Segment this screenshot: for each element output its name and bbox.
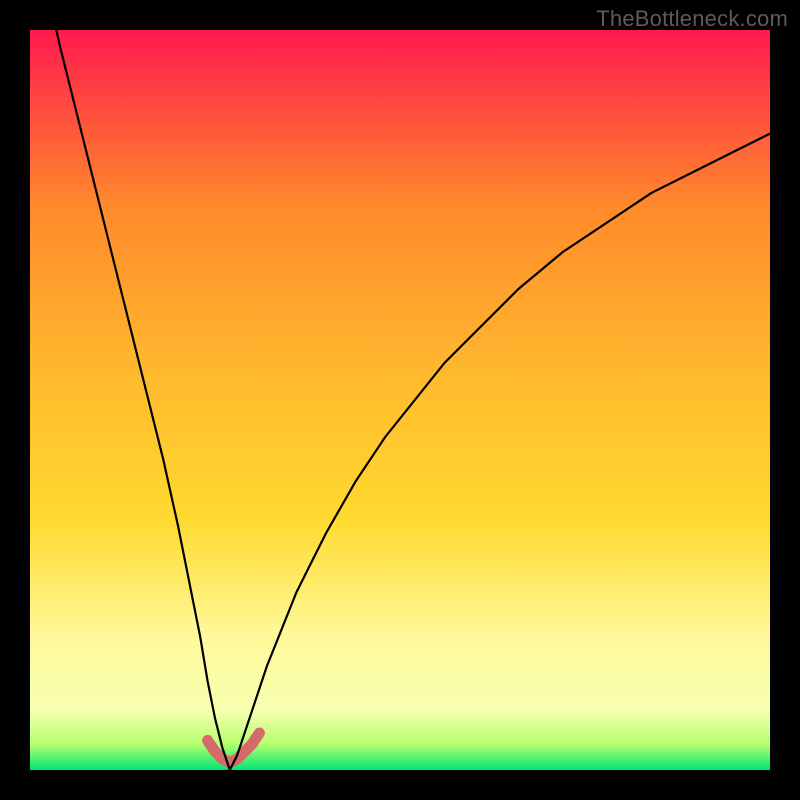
plot-area	[30, 30, 770, 770]
bottleneck-curve	[30, 30, 770, 770]
curve-layer	[30, 30, 770, 770]
watermark-text: TheBottleneck.com	[596, 6, 788, 32]
v-highlight-segment	[208, 733, 260, 763]
chart-stage: TheBottleneck.com	[0, 0, 800, 800]
